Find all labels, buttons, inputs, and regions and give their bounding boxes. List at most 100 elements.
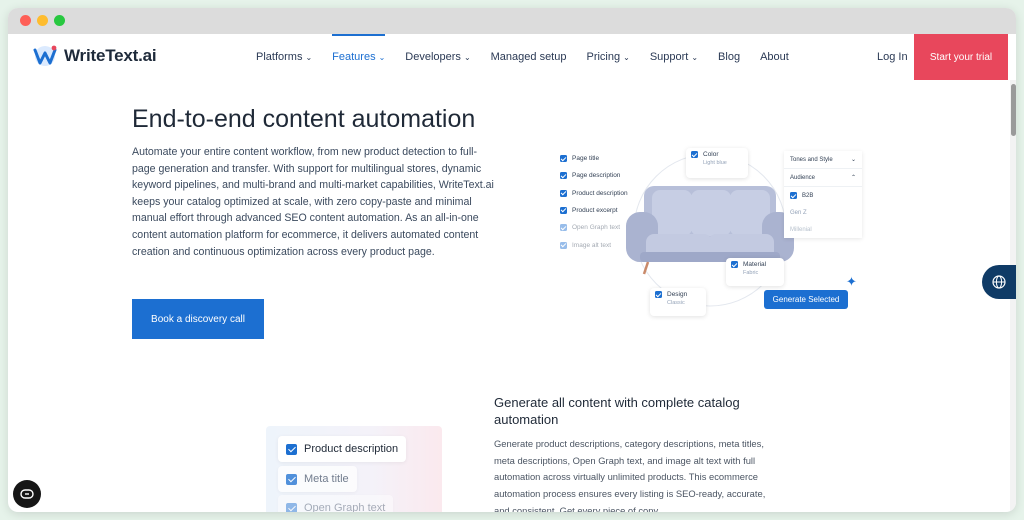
nav-item-label: Managed setup <box>490 51 567 63</box>
scrollbar-thumb[interactable] <box>1011 84 1016 136</box>
login-link[interactable]: Log In <box>877 51 908 63</box>
checkbox-icon <box>560 155 567 162</box>
generate-selected-button[interactable]: Generate Selected <box>764 290 848 309</box>
design-attribute-card: Design Classic <box>650 288 706 316</box>
audience-option-label: B2B <box>802 192 814 199</box>
checkbox-icon <box>691 151 698 158</box>
section-title: Generate all content with complete catal… <box>494 395 740 427</box>
nav-item-support[interactable]: Support ⌄ <box>650 34 698 80</box>
chat-icon <box>20 489 34 499</box>
product-description-pill: Product description <box>278 436 407 462</box>
brand-name: WriteText.ai <box>64 46 157 65</box>
checkbox-icon <box>731 261 738 268</box>
site-logo[interactable]: WriteText.ai <box>32 44 157 68</box>
nav-item-developers[interactable]: Developers ⌄ <box>405 34 470 80</box>
checkbox-icon <box>560 172 567 180</box>
open-graph-text-pill: Open Graph text <box>278 495 394 512</box>
tones-style-label: Tones and Style <box>790 156 833 163</box>
start-trial-button[interactable]: Start your trial <box>914 34 1008 80</box>
writetext-logo-icon <box>33 45 57 66</box>
checkbox-icon <box>560 224 567 232</box>
checklist-item-label: Open Graph text <box>572 224 621 232</box>
color-value: Light blue <box>703 160 727 166</box>
maximize-window-button[interactable] <box>54 15 65 26</box>
checkbox-icon <box>286 502 297 512</box>
checkbox-icon <box>655 291 662 298</box>
checkbox-icon <box>560 241 567 249</box>
checklist-item[interactable]: Image alt text <box>560 241 612 249</box>
audience-option[interactable]: Millenial <box>784 221 862 238</box>
hero-illustration: Page title Page description Product descri… <box>548 134 868 316</box>
checkbox-icon <box>560 206 567 214</box>
nav-item-features[interactable]: Features ⌄ <box>332 34 386 80</box>
chevron-down-icon: ⌄ <box>691 52 699 62</box>
browser-window: WriteText.ai Platforms ⌄ Features ⌄ Develope… <box>8 8 1016 512</box>
window-titlebar <box>8 8 1016 34</box>
sparkle-icon: ✦ <box>846 274 857 289</box>
checklist-item-label: Product excerpt <box>572 206 618 214</box>
pill-label: Open Graph text <box>304 502 386 512</box>
tones-style-dropdown[interactable]: Tones and Style ⌄ <box>784 151 862 169</box>
audience-option-label: Millenial <box>790 226 812 233</box>
top-navigation: WriteText.ai Platforms ⌄ Features ⌄ Develope… <box>8 34 1016 80</box>
nav-item-label: About <box>760 51 789 63</box>
nav-item-label: Features <box>332 51 376 63</box>
checkbox-icon <box>286 473 297 485</box>
checklist-item[interactable]: Page description <box>560 172 621 180</box>
nav-item-label: Blog <box>718 51 741 63</box>
audience-dropdown[interactable]: Audience ⌃ <box>784 169 862 187</box>
globe-icon <box>992 275 1006 289</box>
main-menu: Platforms ⌄ Features ⌄ Developers ⌄ Managed se… <box>256 34 809 80</box>
tone-audience-panel: Tones and Style ⌄ Audience ⌃ B2B Gen Z M… <box>784 151 862 238</box>
chevron-down-icon: ⌄ <box>623 52 630 62</box>
checklist-item-label: Product description <box>572 189 628 197</box>
color-attribute-card: Color Light blue <box>686 148 748 178</box>
close-window-button[interactable] <box>20 15 31 26</box>
nav-item-platforms[interactable]: Platforms ⌄ <box>256 34 312 80</box>
chevron-down-icon: ⌄ <box>463 52 471 62</box>
nav-item-pricing[interactable]: Pricing ⌄ <box>586 34 629 80</box>
checklist-item[interactable]: Product excerpt <box>560 206 618 214</box>
minimize-window-button[interactable] <box>37 15 48 26</box>
chevron-up-icon: ⌃ <box>850 175 856 181</box>
checkbox-icon <box>286 443 297 455</box>
chevron-down-icon: ⌄ <box>378 52 386 62</box>
section-description: Generate product descriptions, category … <box>494 438 766 512</box>
design-value: Classic <box>667 300 685 306</box>
audience-label: Audience <box>790 174 816 181</box>
material-label: Material <box>743 261 767 268</box>
checklist-item[interactable]: Product description <box>560 189 628 197</box>
checkbox-icon <box>560 189 567 197</box>
nav-item-label: Platforms <box>256 51 303 63</box>
nav-item-label: Support <box>649 51 689 63</box>
meta-title-pill: Meta title <box>278 466 357 492</box>
nav-item-blog[interactable]: Blog <box>718 34 740 80</box>
checkbox-icon <box>790 192 797 199</box>
chat-button[interactable] <box>13 480 41 508</box>
pill-label: Meta title <box>304 473 349 485</box>
hero-title: End-to-end content automation <box>132 105 476 133</box>
nav-item-about[interactable]: About <box>760 34 789 80</box>
chevron-down-icon: ⌄ <box>850 157 856 163</box>
language-button[interactable] <box>982 265 1016 299</box>
audience-option[interactable]: Gen Z <box>784 204 862 221</box>
audience-option[interactable]: B2B <box>784 187 862 204</box>
design-label: Design <box>667 291 688 298</box>
checklist-item[interactable]: Page title <box>560 155 599 162</box>
checklist-item-label: Page description <box>572 172 621 180</box>
material-attribute-card: Material Fabric <box>726 258 784 286</box>
checklist-item-label: Image alt text <box>572 241 612 249</box>
chevron-down-icon: ⌄ <box>305 52 313 62</box>
book-discovery-call-button[interactable]: Book a discovery call <box>132 299 264 339</box>
nav-item-label: Developers <box>405 51 461 63</box>
color-label: Color <box>703 151 719 158</box>
nav-item-label: Pricing <box>586 51 621 63</box>
checklist-item[interactable]: Open Graph text <box>560 224 621 232</box>
audience-option-label: Gen Z <box>790 209 807 216</box>
content-types-illustration: Product description Meta title Open Grap… <box>266 426 442 512</box>
hero-description: Automate your entire content workflow, f… <box>132 146 494 258</box>
material-value: Fabric <box>743 270 759 276</box>
checklist-item-label: Page title <box>572 155 600 162</box>
nav-item-managed-setup[interactable]: Managed setup <box>491 34 567 80</box>
pill-label: Product description <box>304 443 399 455</box>
